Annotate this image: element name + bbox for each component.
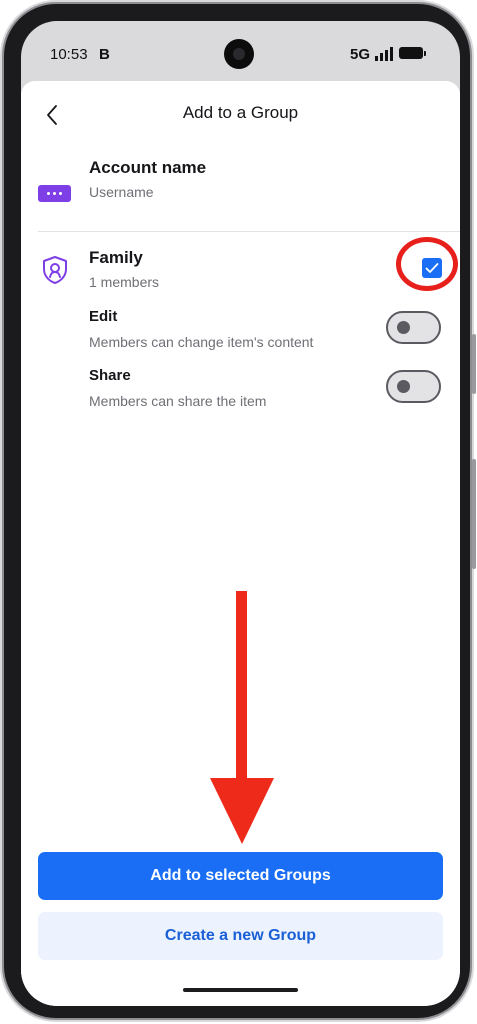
arrow-annotation-head [210, 778, 274, 844]
shield-user-icon [43, 256, 67, 284]
status-time: 10:53 [50, 46, 88, 63]
permission-edit-description: Members can change item's content [89, 334, 314, 350]
signal-bars-icon [375, 47, 395, 61]
phone-screen: 10:53 B 5G Add to a Group Account name U… [21, 21, 460, 1006]
permission-edit-toggle[interactable] [386, 311, 441, 344]
permission-share-description: Members can share the item [89, 393, 267, 409]
password-dots-icon [38, 185, 71, 202]
highlight-circle-annotation [396, 237, 458, 291]
item-username: Username [89, 184, 154, 200]
home-indicator[interactable] [183, 988, 298, 992]
arrow-annotation-shaft [236, 591, 247, 791]
item-name: Account name [89, 158, 207, 177]
permission-share-toggle[interactable] [386, 370, 441, 403]
phone-frame: 10:53 B 5G Add to a Group Account name U… [4, 4, 476, 1018]
add-to-group-sheet: Add to a Group Account name Username Fam… [21, 81, 460, 1006]
group-member-count: 1 members [89, 274, 160, 290]
permission-share-title: Share [89, 367, 131, 384]
permission-edit-title: Edit [89, 308, 118, 325]
group-name: Family [89, 248, 143, 267]
front-camera [224, 39, 254, 69]
volume-button [472, 334, 476, 394]
network-type: 5G [350, 46, 371, 63]
power-button [472, 459, 476, 569]
status-bar: 10:53 B 5G [21, 21, 460, 83]
divider [38, 231, 460, 232]
add-to-selected-groups-button[interactable]: Add to selected Groups [38, 852, 443, 900]
create-new-group-button[interactable]: Create a new Group [38, 912, 443, 960]
carrier-icon: B [99, 46, 110, 63]
page-title: Add to a Group [182, 103, 299, 122]
battery-icon [399, 47, 426, 59]
